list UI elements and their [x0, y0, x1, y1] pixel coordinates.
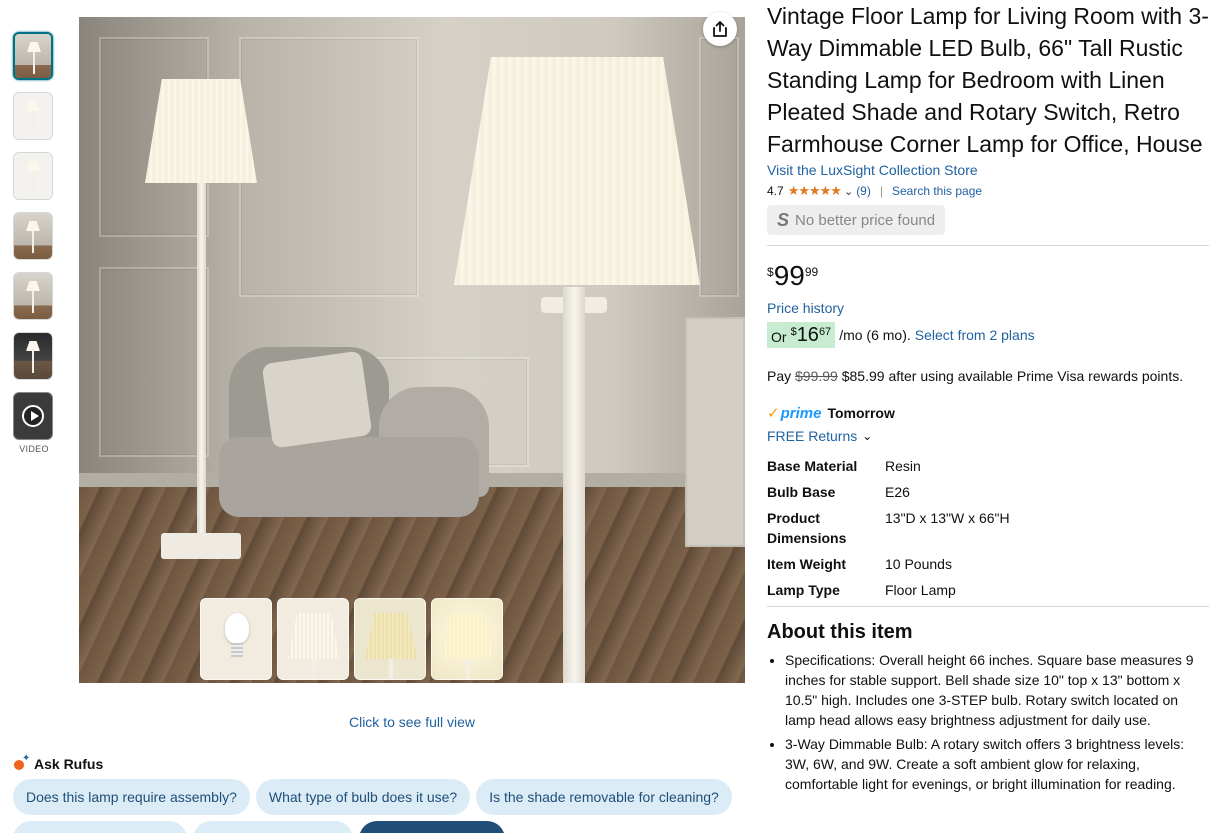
spec-row: Product Dimensions 13"D x 13"W x 66"H	[767, 508, 1209, 548]
thumbnail-5[interactable]	[13, 272, 53, 320]
prime-visa-rewards: Pay $99.99 $85.99 after using available …	[767, 368, 1209, 384]
price-history-link[interactable]: Price history	[767, 300, 1209, 316]
rufus-chip-6[interactable]	[359, 821, 505, 833]
thumbnail-3[interactable]	[13, 152, 53, 200]
thumbnail-4[interactable]	[13, 212, 53, 260]
free-returns-link[interactable]: FREE Returns ⌄	[767, 428, 1209, 444]
inset-bulb	[200, 598, 272, 680]
rewards-old-price: $99.99	[795, 368, 838, 384]
product-title: Vintage Floor Lamp for Living Room with …	[767, 3, 1209, 157]
spec-row: Item Weight 10 Pounds	[767, 554, 1209, 574]
prime-delivery: ✓ prime Tomorrow	[767, 404, 1209, 423]
rufus-chips-row-2	[13, 821, 505, 833]
spec-label: Product Dimensions	[767, 510, 847, 546]
price-tracker-icon: S	[777, 209, 790, 230]
main-product-image[interactable]	[79, 17, 745, 683]
spec-value: 10 Pounds	[885, 556, 952, 572]
share-button[interactable]	[703, 12, 737, 46]
spec-value: E26	[885, 484, 910, 500]
thumbnail-2[interactable]	[13, 92, 53, 140]
chevron-down-icon: ⌄	[862, 429, 873, 443]
spec-value: Resin	[885, 458, 921, 474]
monthly-whole: 16	[796, 324, 819, 346]
review-count[interactable]: (9)	[856, 184, 871, 198]
feature-bullets: Specifications: Overall height 66 inches…	[767, 650, 1209, 794]
divider: |	[879, 184, 883, 198]
thumbnail-strip	[13, 32, 55, 452]
prime-logo: prime	[780, 404, 822, 422]
video-label: VIDEO	[19, 444, 49, 454]
price-currency: $	[767, 265, 774, 279]
thumbnail-video[interactable]	[13, 392, 53, 440]
rufus-chip-5[interactable]	[193, 821, 353, 833]
search-this-page-link[interactable]: Search this page	[892, 184, 982, 198]
price-fraction: 99	[804, 265, 819, 279]
share-icon	[713, 21, 727, 37]
monthly-payment-row: Or $ 16 67 /mo (6 mo). Select from 2 pla…	[767, 322, 1209, 348]
rufus-question-chips: Does this lamp require assembly? What ty…	[13, 779, 732, 815]
prime-check-icon: ✓	[767, 405, 780, 422]
store-link[interactable]: Visit the LuxSight Collection Store	[767, 162, 1209, 178]
full-view-link[interactable]: Click to see full view	[79, 714, 745, 730]
select-plans-link[interactable]: Select from 2 plans	[915, 327, 1035, 343]
inset-shade-dim	[354, 598, 426, 680]
rufus-chip-shade-removable[interactable]: Is the shade removable for cleaning?	[476, 779, 732, 815]
rufus-chip-assembly[interactable]: Does this lamp require assembly?	[13, 779, 250, 815]
product-details: Vintage Floor Lamp for Living Room with …	[767, 0, 1209, 798]
about-this-item-heading: About this item	[767, 621, 913, 643]
monthly-price-badge: Or $ 16 67	[767, 322, 836, 348]
no-better-price-badge: S No better price found	[767, 205, 946, 235]
ask-rufus-label: Ask Rufus	[34, 756, 104, 772]
play-icon	[22, 405, 44, 427]
monthly-term: /mo (6 mo).	[839, 327, 911, 343]
spec-value: Floor Lamp	[885, 582, 956, 598]
rewards-prefix: Pay	[767, 368, 792, 384]
spec-label: Lamp Type	[767, 582, 840, 598]
bullet-item: Specifications: Overall height 66 inches…	[785, 650, 1209, 730]
inset-shade-bright	[431, 598, 503, 680]
rufus-chip-4[interactable]	[13, 821, 187, 833]
bullet-item: 3-Way Dimmable Bulb: A rotary switch off…	[785, 734, 1209, 794]
divider	[767, 606, 1209, 607]
delivery-day: Tomorrow	[827, 405, 895, 421]
spec-row: Base Material Resin	[767, 456, 1209, 476]
monthly-fraction: 67	[818, 326, 832, 338]
spec-table: Base Material Resin Bulb Base E26 Produc…	[767, 456, 1209, 600]
divider	[767, 245, 1209, 246]
spec-row: Bulb Base E26	[767, 482, 1209, 502]
spec-label: Base Material	[767, 458, 858, 474]
price-whole: 99	[773, 260, 805, 291]
spec-value: 13"D x 13"W x 66"H	[885, 510, 1010, 526]
monthly-or: Or	[771, 329, 787, 345]
spec-label: Item Weight	[767, 556, 847, 572]
rewards-text: $85.99 after using available Prime Visa …	[841, 368, 1184, 384]
price: $ 99 99	[767, 262, 1209, 290]
rufus-icon	[14, 753, 30, 772]
thumbnail-6[interactable]	[13, 332, 53, 380]
ask-rufus-heading: Ask Rufus	[14, 753, 104, 772]
inset-shade-off	[277, 598, 349, 680]
rufus-chip-bulb-type[interactable]: What type of bulb does it use?	[255, 779, 471, 815]
star-rating-icon[interactable]: ★★★★★	[788, 183, 842, 199]
no-better-price-text: No better price found	[795, 211, 936, 229]
free-returns-label: FREE Returns	[767, 428, 858, 444]
feature-insets	[200, 598, 503, 680]
spec-row: Lamp Type Floor Lamp	[767, 580, 1209, 600]
chevron-down-icon[interactable]: ⌄	[844, 185, 853, 198]
spec-label: Bulb Base	[767, 484, 836, 500]
rating-value: 4.7	[767, 184, 784, 198]
thumbnail-1[interactable]	[13, 32, 53, 80]
rating-row: 4.7 ★★★★★ ⌄ (9) | Search this page	[767, 183, 1209, 199]
